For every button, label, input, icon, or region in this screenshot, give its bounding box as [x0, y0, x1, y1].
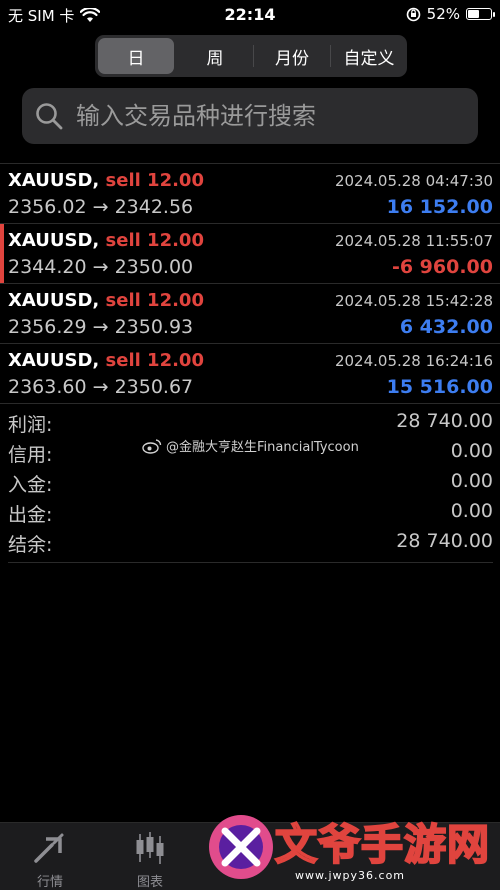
- search-icon: [36, 103, 63, 130]
- summary-balance: 结余: 28 740.00: [8, 530, 493, 560]
- summary-value: 28 740.00: [396, 410, 493, 432]
- trade-title: XAUUSD, sell 12.00: [8, 170, 204, 191]
- trade-row[interactable]: XAUUSD, sell 12.00 2024.05.28 15:42:28 2…: [0, 284, 500, 344]
- trade-symbol: XAUUSD,: [8, 230, 100, 251]
- tab-custom[interactable]: 自定义: [331, 35, 407, 77]
- battery-percent: 52%: [426, 5, 460, 23]
- tab-label: 图表: [136, 875, 163, 890]
- trend-arrows-icon: [34, 833, 64, 863]
- trade-prices: 2344.20 → 2350.00: [8, 256, 194, 278]
- trade-prices: 2363.60 → 2350.67: [8, 376, 194, 398]
- summary-value: 0.00: [450, 440, 493, 462]
- trade-profit: 15 516.00: [386, 376, 493, 398]
- trade-time: 2024.05.28 15:42:28: [334, 292, 493, 310]
- tab-charts[interactable]: 图表: [100, 823, 200, 890]
- trade-side: sell 12.00: [105, 170, 204, 191]
- trade-time: 2024.05.28 11:55:07: [334, 232, 493, 250]
- logo-emblem-icon: [209, 815, 273, 879]
- trade-row[interactable]: XAUUSD, sell 12.00 2024.05.28 04:47:30 2…: [0, 164, 500, 224]
- search-bar[interactable]: [22, 88, 478, 144]
- candlestick-icon: [136, 832, 164, 864]
- trade-side: sell 12.00: [105, 290, 204, 311]
- summary-value: 0.00: [450, 500, 493, 522]
- watermark-text: @金融大亨赵生FinancialTycoon: [166, 440, 359, 455]
- trade-time: 2024.05.28 16:24:16: [334, 352, 493, 370]
- logo-text: 文爷手游网: [274, 819, 491, 870]
- summary-value: 28 740.00: [396, 530, 493, 552]
- status-right: 52%: [406, 5, 495, 23]
- status-bar: 无 SIM 卡 22:14 52%: [0, 0, 500, 30]
- summary-label: 利润:: [8, 414, 53, 436]
- orientation-lock-icon: [406, 7, 420, 21]
- trade-prices: 2356.29 → 2350.93: [8, 316, 194, 338]
- trade-title: XAUUSD, sell 12.00: [8, 350, 204, 371]
- summary-deposit: 入金: 0.00: [8, 470, 493, 500]
- summary-withdrawal: 出金: 0.00: [8, 500, 493, 530]
- weibo-icon: [142, 438, 162, 454]
- trade-profit: 16 152.00: [386, 196, 493, 218]
- summary-label: 结余:: [8, 534, 53, 556]
- summary-label: 出金:: [8, 504, 53, 526]
- trade-title: XAUUSD, sell 12.00: [8, 230, 204, 251]
- trade-prices: 2356.02 → 2342.56: [8, 196, 194, 218]
- selected-row-marker: [0, 224, 4, 283]
- trade-symbol: XAUUSD,: [8, 170, 100, 191]
- trade-profit: -6 960.00: [391, 256, 493, 278]
- trade-time: 2024.05.28 04:47:30: [334, 172, 493, 190]
- trade-side: sell 12.00: [105, 230, 204, 251]
- tab-month[interactable]: 月份: [254, 35, 330, 77]
- watermark: @金融大亨赵生FinancialTycoon: [142, 436, 359, 455]
- account-summary: 利润: 28 740.00 信用: 0.00 入金: 0.00 出金: 0.00…: [8, 410, 493, 560]
- trade-side: sell 12.00: [105, 350, 204, 371]
- tab-quotes[interactable]: 行情: [0, 823, 100, 890]
- trade-title: XAUUSD, sell 12.00: [8, 290, 204, 311]
- summary-value: 0.00: [450, 470, 493, 492]
- trade-symbol: XAUUSD,: [8, 350, 100, 371]
- tab-label: 行情: [36, 875, 63, 890]
- trade-row[interactable]: XAUUSD, sell 12.00 2024.05.28 11:55:07 2…: [0, 224, 500, 284]
- logo-url: www.jwpy36.com: [295, 869, 406, 882]
- period-selector: 日 周 月份 自定义: [95, 35, 407, 77]
- trade-symbol: XAUUSD,: [8, 290, 100, 311]
- summary-divider: [8, 562, 493, 563]
- trade-profit: 6 432.00: [399, 316, 493, 338]
- summary-label: 信用:: [8, 444, 53, 466]
- summary-label: 入金:: [8, 474, 53, 496]
- trade-row[interactable]: XAUUSD, sell 12.00 2024.05.28 16:24:16 2…: [0, 344, 500, 404]
- battery-icon: [466, 8, 495, 20]
- site-logo: 文爷手游网 www.jwpy36.com: [205, 805, 500, 889]
- tab-day[interactable]: 日: [98, 38, 174, 74]
- tab-week[interactable]: 周: [177, 35, 253, 77]
- search-input[interactable]: [74, 101, 458, 131]
